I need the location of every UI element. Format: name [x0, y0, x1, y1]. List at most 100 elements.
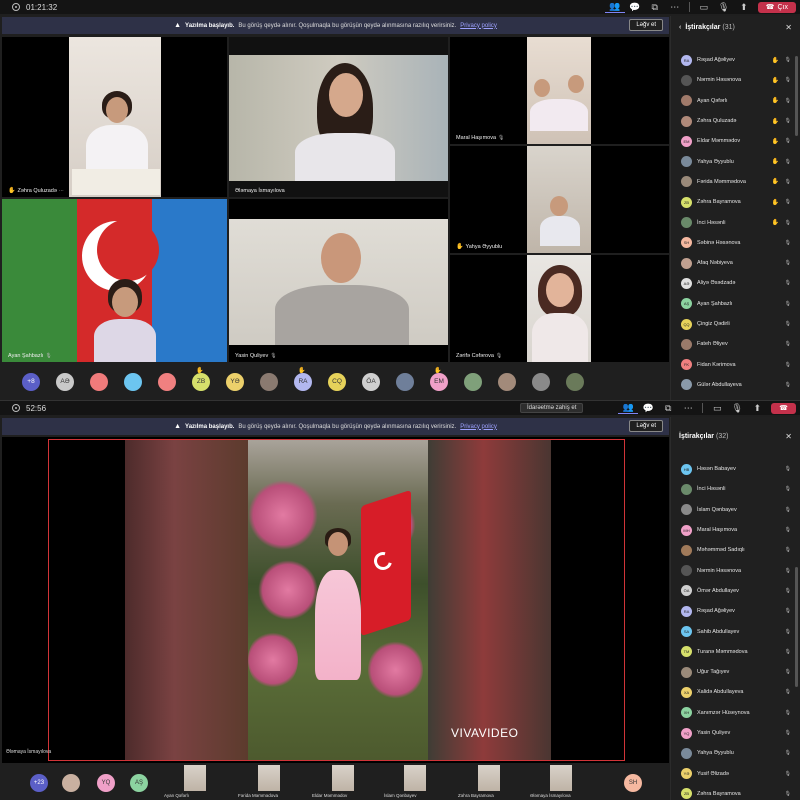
- privacy-policy-link[interactable]: Privacy policy: [460, 424, 497, 430]
- chevron-left-icon[interactable]: ‹: [679, 24, 681, 31]
- participant-avatar[interactable]: [498, 372, 516, 391]
- video-tile[interactable]: ✋ Yahya Əyyublu: [450, 146, 669, 253]
- close-icon[interactable]: ✕: [785, 432, 792, 441]
- leave-button[interactable]: ☎: [771, 402, 796, 414]
- participant-thumbnail-bar: +23 YQ AŞ Ayan Qəfərlı Fərida Məmmədova Eldar…: [2, 765, 669, 800]
- participant-avatar[interactable]: [464, 372, 482, 391]
- rooms-icon[interactable]: ⧉: [658, 402, 678, 414]
- participant-row[interactable]: İnci Həsənli ✋ 🎙: [671, 212, 800, 232]
- avatar-initials: CQ: [332, 378, 342, 385]
- participant-row[interactable]: RA Rəşad Ağəliyev 🎙: [671, 601, 800, 621]
- privacy-policy-link[interactable]: Privacy policy: [460, 23, 497, 29]
- participant-row[interactable]: AŞ Ayan Şahbazlı 🎙: [671, 294, 800, 314]
- leave-button[interactable]: ☎ Çıx: [757, 1, 796, 13]
- participant-row[interactable]: YQ Yasin Quliyev 🎙: [671, 723, 800, 743]
- close-icon[interactable]: ✕: [785, 23, 792, 32]
- chat-icon[interactable]: 💬: [625, 1, 645, 13]
- more-icon[interactable]: ⋯: [665, 1, 685, 13]
- participant-row[interactable]: YƏ Yusif Əlizadə 🎙: [671, 763, 800, 783]
- participant-row[interactable]: Fateh Əliyev 🎙: [671, 334, 800, 354]
- participant-avatar[interactable]: AƏ: [56, 372, 74, 391]
- camera-icon[interactable]: ▭: [707, 402, 727, 414]
- participant-video-thumbnail[interactable]: [332, 765, 354, 791]
- participants-icon[interactable]: 👥: [604, 1, 625, 13]
- participant-avatar[interactable]: AŞ: [130, 774, 148, 792]
- dismiss-button[interactable]: Ləğv et: [629, 19, 663, 31]
- participant-row[interactable]: XA Xalidə Abdullayeva 🎙: [671, 682, 800, 702]
- participant-avatar[interactable]: ÖA: [362, 372, 380, 391]
- video-tile[interactable]: ✋ Zəhra Quluzadə ⋯: [2, 37, 227, 197]
- participant-video-thumbnail[interactable]: [478, 765, 500, 791]
- participant-row[interactable]: Zəhra Quluzadə ✋ 🎙: [671, 111, 800, 131]
- participant-avatar[interactable]: EM ✋: [430, 368, 448, 391]
- video-tile[interactable]: Zərifə Cəfərova 🎙: [450, 255, 669, 362]
- video-tile[interactable]: Maral Haşımova 🎙: [450, 37, 669, 144]
- video-tile[interactable]: Ayan Şahbazlı 🎙: [2, 199, 227, 362]
- mic-icon[interactable]: 🎙: [727, 402, 747, 414]
- video-tile[interactable]: Ələmaya İsmayılova: [229, 37, 448, 197]
- share-icon[interactable]: ⬆: [734, 1, 754, 13]
- participant-row[interactable]: TM Turanə Məmmədova 🎙: [671, 642, 800, 662]
- participant-row[interactable]: Nərmin Həsənova ✋ 🎙: [671, 70, 800, 90]
- participant-avatar[interactable]: [124, 372, 142, 391]
- participant-video-thumbnail[interactable]: [404, 765, 426, 791]
- participant-video-thumbnail[interactable]: [184, 765, 206, 791]
- participant-avatar[interactable]: CQ: [328, 372, 346, 391]
- participant-row[interactable]: ZB Zəhra Bayramova ✋ 🎙: [671, 192, 800, 212]
- participant-row[interactable]: MH Maral Haşımova 🎙: [671, 520, 800, 540]
- participants-icon[interactable]: 👥: [618, 402, 639, 414]
- participant-avatar[interactable]: [62, 774, 80, 792]
- participant-video-thumbnail[interactable]: [258, 765, 280, 791]
- share-icon[interactable]: ⬆: [747, 402, 767, 414]
- participant-avatar[interactable]: [90, 372, 108, 391]
- participant-row[interactable]: ÇQ Çingiz Qədirli 🎙: [671, 314, 800, 334]
- request-control-button[interactable]: İdarəetmə zahiş et: [520, 403, 584, 413]
- participant-avatar[interactable]: [532, 372, 550, 391]
- participant-row[interactable]: Nərmin Həsənova 🎙: [671, 560, 800, 580]
- participant-row[interactable]: İnci Həsənli 🎙: [671, 479, 800, 499]
- shared-video-stage[interactable]: VIVAVIDEO Ələmaya İsmayılova: [2, 437, 669, 763]
- participant-row[interactable]: XH Xanımzər Hüseynova 🎙: [671, 703, 800, 723]
- mic-off-icon: 🎙: [784, 321, 791, 327]
- participant-row[interactable]: EM Eldar Məmmədov ✋ 🎙: [671, 131, 800, 151]
- participant-row[interactable]: ÖA Ömər Abdullayev 🎙: [671, 581, 800, 601]
- participant-row[interactable]: SA Sahib Abdullayev 🎙: [671, 621, 800, 641]
- video-tile[interactable]: Yasin Quliyev 🎙: [229, 199, 448, 362]
- participant-row[interactable]: Gülər Abdullayeva 🎙: [671, 375, 800, 395]
- mic-icon[interactable]: 🎙: [714, 1, 734, 13]
- participant-row[interactable]: Yahya Əyyublu 🎙: [671, 743, 800, 763]
- participant-avatar[interactable]: YQ: [97, 774, 115, 792]
- participant-avatar[interactable]: [566, 372, 584, 391]
- participant-row[interactable]: RA Rəşad Ağəliyev ✋ 🎙: [671, 50, 800, 70]
- participant-row[interactable]: Fərida Məmmədova ✋ 🎙: [671, 172, 800, 192]
- avatar: TM: [681, 646, 692, 658]
- participant-avatar[interactable]: [260, 372, 278, 391]
- participant-row[interactable]: Ayan Qəfərlı ✋ 🎙: [671, 91, 800, 111]
- more-icon[interactable]: ⋯: [678, 402, 698, 414]
- participant-row[interactable]: İslam Qənbayev 🎙: [671, 500, 800, 520]
- more-participants-button[interactable]: +23: [30, 774, 48, 792]
- participant-avatar[interactable]: ZB ✋: [192, 368, 210, 391]
- camera-icon[interactable]: ▭: [694, 1, 714, 13]
- avatar: ZB: [681, 788, 692, 800]
- participant-video-thumbnail[interactable]: [550, 765, 572, 791]
- participant-row[interactable]: AƏ Aliyə Əsədzadə 🎙: [671, 273, 800, 293]
- participant-row[interactable]: ZB Zəhra Bayramova 🎙: [671, 784, 800, 800]
- rooms-icon[interactable]: ⧉: [645, 1, 665, 13]
- chat-icon[interactable]: 💬: [638, 402, 658, 414]
- participant-row[interactable]: HB Həsən Babayev 🎙: [671, 459, 800, 479]
- participant-avatar[interactable]: RA ✋: [294, 368, 312, 391]
- participant-avatar[interactable]: YƏ: [226, 372, 244, 391]
- participant-avatar[interactable]: SH: [624, 774, 642, 792]
- participant-row[interactable]: SH Səbinə Həsənova 🎙: [671, 233, 800, 253]
- participant-avatar[interactable]: [396, 372, 414, 391]
- participant-name: Afaq Nəbiyeva: [697, 260, 733, 267]
- participant-row[interactable]: Məhəmməd Sadıqlı 🎙: [671, 540, 800, 560]
- dismiss-button[interactable]: Ləğv et: [629, 420, 663, 432]
- participant-row[interactable]: Yahya Əyyublu ✋ 🎙: [671, 151, 800, 171]
- participant-avatar[interactable]: [158, 372, 176, 391]
- participant-row[interactable]: Uğur Tağıyev 🎙: [671, 662, 800, 682]
- more-participants-button[interactable]: +8: [22, 372, 40, 391]
- participant-row[interactable]: Afaq Nəbiyeva 🎙: [671, 253, 800, 273]
- participant-row[interactable]: FK Fidan Kərimova 🎙: [671, 354, 800, 374]
